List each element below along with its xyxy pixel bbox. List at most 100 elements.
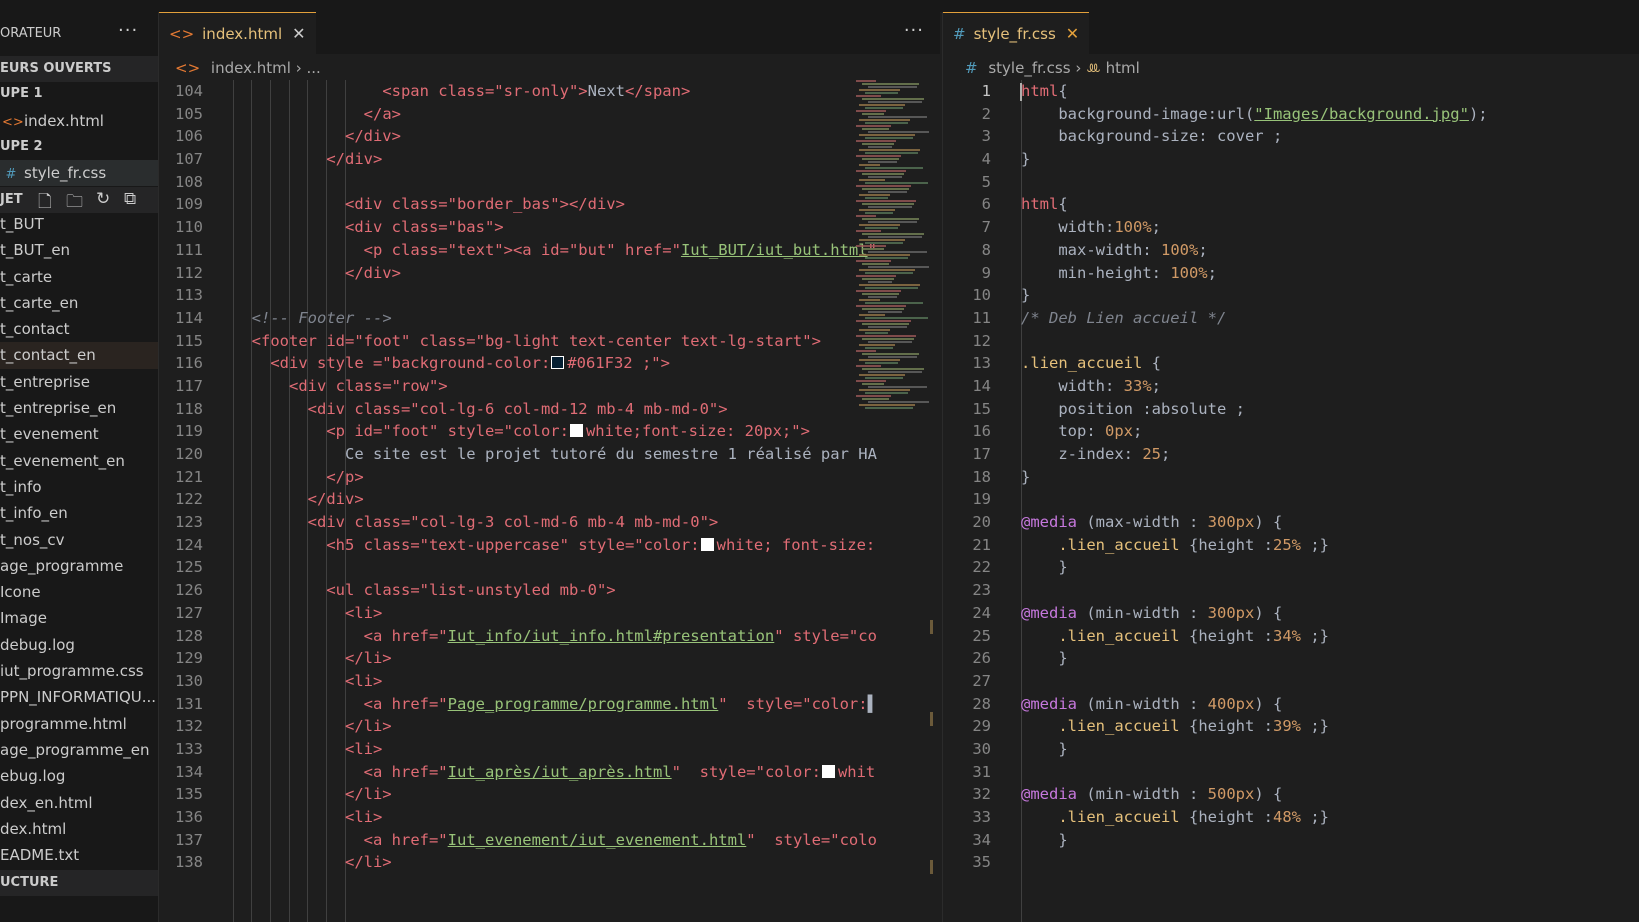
code-line[interactable]: 1 html{ — [943, 80, 1639, 103]
code-line[interactable]: 7 width:100%; — [943, 216, 1639, 239]
tree-item[interactable]: t_carte — [0, 264, 158, 290]
code-line[interactable]: 138 </li> — [159, 851, 940, 874]
code-line[interactable]: 31 — [943, 761, 1639, 784]
tab-style-fr-css[interactable]: # style_fr.css ✕ — [943, 12, 1090, 55]
code-line[interactable]: 109 <div class="border_bas"></div> — [159, 193, 940, 216]
tree-item[interactable]: t_info_en — [0, 500, 158, 526]
code-line[interactable]: 22 } — [943, 556, 1639, 579]
tree-item[interactable]: dex_en.html — [0, 790, 158, 816]
code-line[interactable]: 128 <a href="Iut_info/iut_info.html#pres… — [159, 625, 940, 648]
code-line[interactable]: 10} — [943, 284, 1639, 307]
code-line[interactable]: 28 @media (min-width : 400px) { — [943, 693, 1639, 716]
code-line[interactable]: 34 } — [943, 829, 1639, 852]
code-line[interactable]: 5 — [943, 171, 1639, 194]
tree-item[interactable]: t_entreprise_en — [0, 395, 158, 421]
code-line[interactable]: 124 <h5 class="text-uppercase" style="co… — [159, 534, 940, 557]
code-line[interactable]: 132 </li> — [159, 715, 940, 738]
code-line[interactable]: 133 <li> — [159, 738, 940, 761]
code-line[interactable]: 23 — [943, 579, 1639, 602]
code-line[interactable]: 131 <a href="Page_programme/programme.ht… — [159, 693, 940, 716]
code-line[interactable]: 110 <div class="bas"> — [159, 216, 940, 239]
tree-item[interactable]: PPN_INFORMATIQU... — [0, 684, 158, 710]
code-line[interactable]: 3 background-size: cover ; — [943, 125, 1639, 148]
code-line[interactable]: 32 @media (min-width : 500px) { — [943, 783, 1639, 806]
code-line[interactable]: 112 </div> — [159, 262, 940, 285]
tree-item[interactable]: t_evenement — [0, 421, 158, 447]
tree-item[interactable]: EADME.txt — [0, 842, 158, 868]
tree-item[interactable]: Icone — [0, 579, 158, 605]
code-line[interactable]: 116 <div style ="background-color: #061F3… — [159, 352, 940, 375]
code-line[interactable]: 111 <p class="text"><a id="but" href="Iu… — [159, 239, 940, 262]
open-editors-section[interactable]: EURS OUVERTS — [0, 56, 158, 82]
code-line[interactable]: 14 width: 33%; — [943, 375, 1639, 398]
code-line[interactable]: 8 max-width: 100%; — [943, 239, 1639, 262]
code-line[interactable]: 25 .lien_accueil {height :34% ;} — [943, 625, 1639, 648]
breadcrumb-more[interactable]: ... — [306, 59, 320, 77]
code-line[interactable]: 6 html{ — [943, 193, 1639, 216]
code-line[interactable]: 29 .lien_accueil {height :39% ;} — [943, 715, 1639, 738]
code-line[interactable]: 126 <ul class="list-unstyled mb-0"> — [159, 579, 940, 602]
code-line[interactable]: 135 </li> — [159, 783, 940, 806]
color-swatch[interactable] — [821, 764, 835, 778]
structure-section[interactable]: UCTURE — [0, 870, 158, 896]
code-line[interactable]: 9 min-height: 100%; — [943, 262, 1639, 285]
tree-item[interactable]: t_BUT_en — [0, 237, 158, 263]
code-line[interactable]: 115 <footer id="foot" class="bg-light te… — [159, 330, 940, 353]
close-icon[interactable]: ✕ — [292, 24, 305, 43]
code-area-left[interactable]: 104 <span class="sr-only">Next</span> 105… — [159, 80, 940, 874]
code-line[interactable]: 107 </div> — [159, 148, 940, 171]
collapse-all-icon[interactable]: ⧉ — [124, 189, 136, 209]
code-area-right[interactable]: 1 html{2 background-image:url("Images/bac… — [943, 80, 1639, 874]
refresh-icon[interactable]: ↻ — [96, 189, 110, 209]
code-line[interactable]: 15 position :absolute ; — [943, 398, 1639, 421]
code-line[interactable]: 123 <div class="col-lg-3 col-md-6 mb-4 m… — [159, 511, 940, 534]
tree-item[interactable]: t_info — [0, 474, 158, 500]
breadcrumb-file[interactable]: index.html — [211, 59, 291, 77]
code-line[interactable]: 33 .lien_accueil {height :48% ;} — [943, 806, 1639, 829]
code-line[interactable]: 104 <span class="sr-only">Next</span> — [159, 80, 940, 103]
more-actions-icon[interactable]: ··· — [904, 20, 924, 41]
close-icon[interactable]: ✕ — [1066, 24, 1079, 43]
tree-item[interactable]: iut_programme.css — [0, 658, 158, 684]
tree-item[interactable]: ebug.log — [0, 763, 158, 789]
code-line[interactable]: 24 @media (min-width : 300px) { — [943, 602, 1639, 625]
code-line[interactable]: 30 } — [943, 738, 1639, 761]
color-swatch[interactable] — [700, 537, 714, 551]
tree-item[interactable]: programme.html — [0, 711, 158, 737]
code-line[interactable]: 105 </a> — [159, 103, 940, 126]
color-swatch[interactable] — [551, 356, 565, 370]
code-line[interactable]: 137 <a href="Iut_evenement/iut_evenement… — [159, 829, 940, 852]
code-line[interactable]: 117 <div class="row"> — [159, 375, 940, 398]
code-line[interactable]: 130 <li> — [159, 670, 940, 693]
code-line[interactable]: 18} — [943, 466, 1639, 489]
code-line[interactable]: 127 <li> — [159, 602, 940, 625]
code-line[interactable]: 121 </p> — [159, 466, 940, 489]
code-line[interactable]: 120 Ce site est le projet tutoré du seme… — [159, 443, 940, 466]
code-line[interactable]: 113 — [159, 284, 940, 307]
code-line[interactable]: 26 } — [943, 647, 1639, 670]
code-line[interactable]: 114 <!-- Footer --> — [159, 307, 940, 330]
code-line[interactable]: 106 </div> — [159, 125, 940, 148]
more-actions-icon[interactable]: ··· — [118, 20, 138, 41]
code-line[interactable]: 122 </div> — [159, 488, 940, 511]
code-line[interactable]: 17 z-index: 25; — [943, 443, 1639, 466]
code-line[interactable]: 134 <a href="Iut_après/iut_après.html" s… — [159, 761, 940, 784]
code-line[interactable]: 13 .lien_accueil { — [943, 352, 1639, 375]
tree-item[interactable]: Image — [0, 605, 158, 631]
code-line[interactable]: 35 — [943, 851, 1639, 874]
code-line[interactable]: 16 top: 0px; — [943, 420, 1639, 443]
code-line[interactable]: 129 </li> — [159, 647, 940, 670]
code-line[interactable]: 4} — [943, 148, 1639, 171]
tree-item[interactable]: dex.html — [0, 816, 158, 842]
code-line[interactable]: 119 <p id="foot" style="color: white;font… — [159, 420, 940, 443]
tab-index-html[interactable]: <> index.html ✕ — [159, 12, 316, 55]
minimap[interactable] — [856, 80, 932, 420]
open-editor-index-html[interactable]: <>index.html — [0, 108, 158, 134]
tree-item[interactable]: debug.log — [0, 632, 158, 658]
breadcrumb-file[interactable]: style_fr.css — [988, 59, 1070, 77]
tree-item[interactable]: age_programme_en — [0, 737, 158, 763]
code-line[interactable]: 118 <div class="col-lg-6 col-md-12 mb-4 … — [159, 398, 940, 421]
code-line[interactable]: 19 — [943, 488, 1639, 511]
tree-item[interactable]: t_carte_en — [0, 290, 158, 316]
code-line[interactable]: 108 — [159, 171, 940, 194]
